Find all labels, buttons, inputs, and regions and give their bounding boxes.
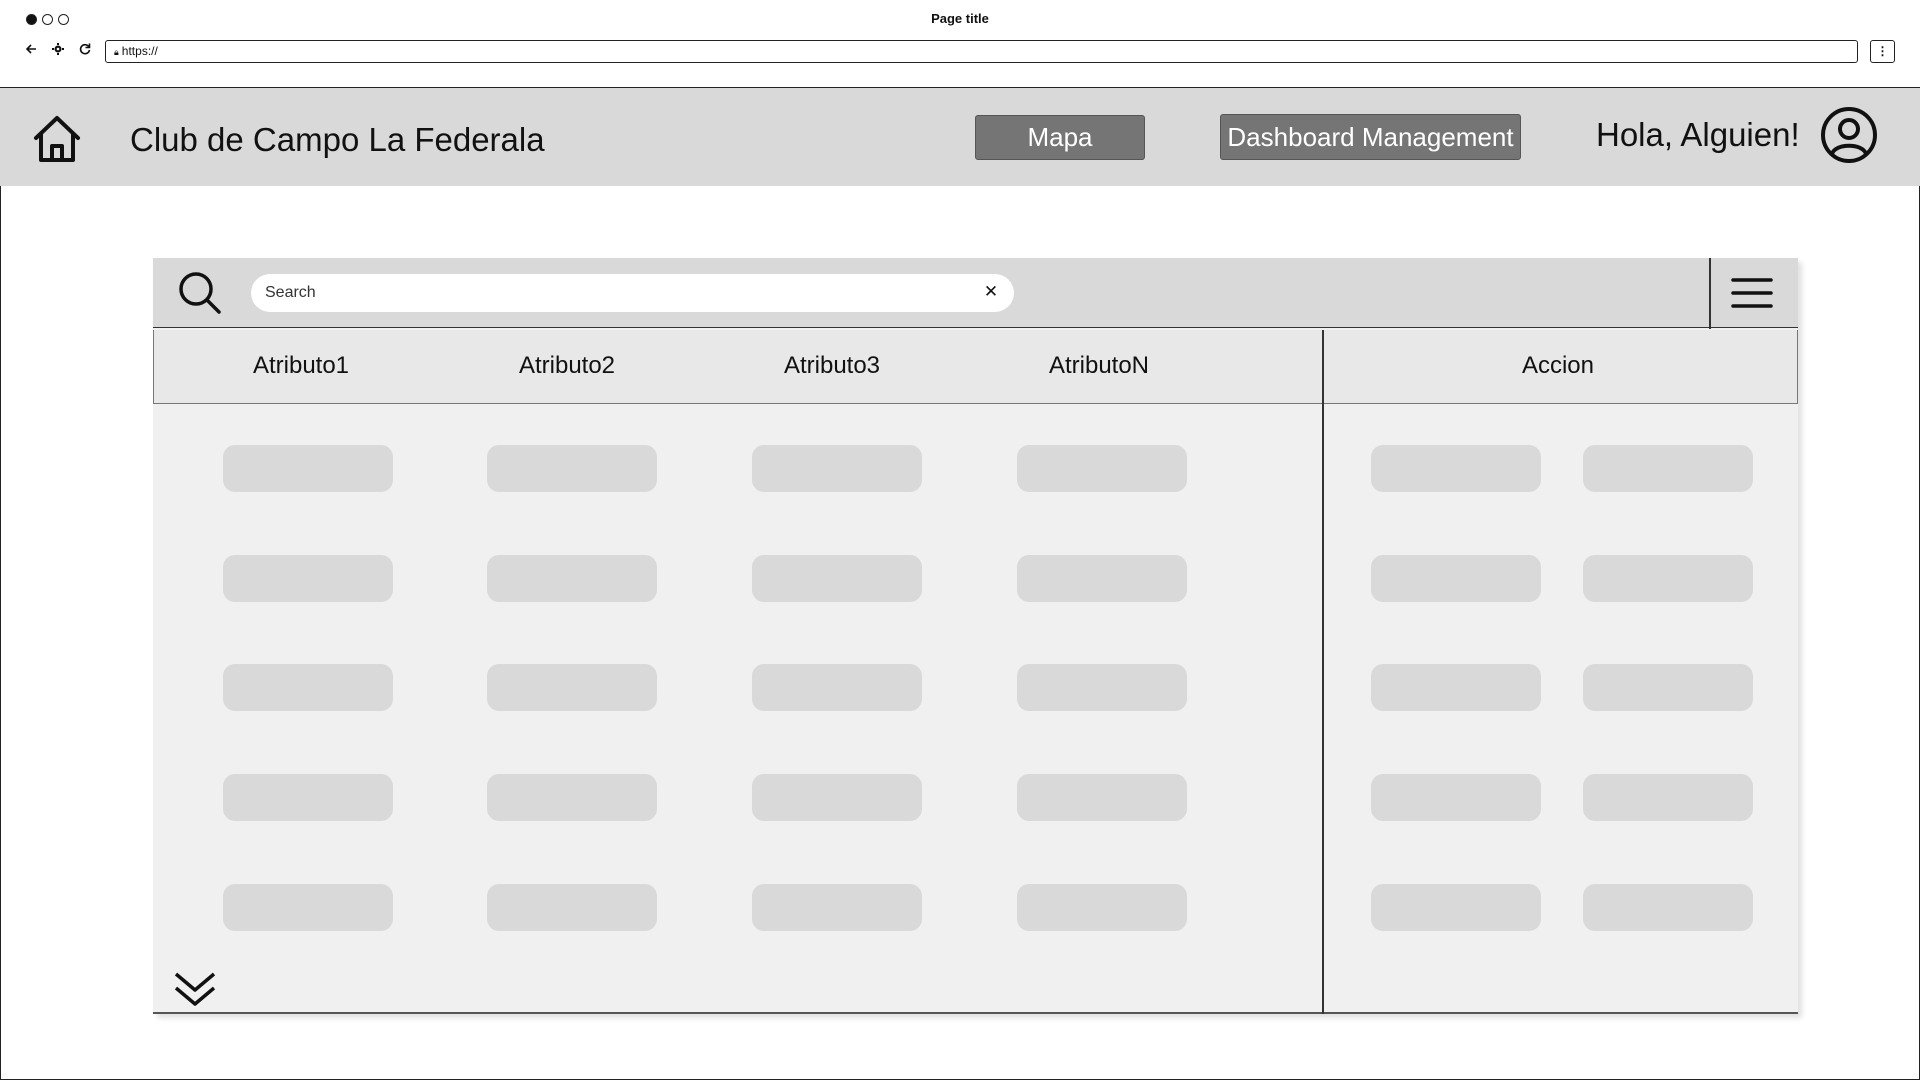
table-cell-placeholder: [752, 445, 922, 492]
column-header-atributo1[interactable]: Atributo1: [201, 352, 401, 380]
lock-icon: 🔒︎: [114, 47, 119, 57]
hamburger-menu-icon[interactable]: [1729, 274, 1775, 312]
search-box: ✕: [251, 274, 1014, 312]
row-action-button[interactable]: [1583, 664, 1753, 711]
gear-icon[interactable]: [49, 42, 67, 60]
row-action-button[interactable]: [1371, 445, 1541, 492]
reload-icon[interactable]: [76, 42, 94, 60]
table-cell-placeholder: [487, 555, 657, 602]
search-icon[interactable]: [177, 270, 223, 316]
row-action-button[interactable]: [1371, 774, 1541, 821]
user-avatar-icon[interactable]: [1820, 106, 1878, 164]
table-cell-placeholder: [487, 445, 657, 492]
action-column-divider: [1322, 330, 1324, 1014]
search-input[interactable]: [265, 281, 965, 305]
table-cell-placeholder: [752, 555, 922, 602]
home-icon[interactable]: [32, 114, 82, 164]
row-action-button[interactable]: [1583, 555, 1753, 602]
row-action-button[interactable]: [1583, 445, 1753, 492]
dashboard-management-button[interactable]: Dashboard Management: [1220, 114, 1521, 160]
column-header-atributo3[interactable]: Atributo3: [732, 352, 932, 380]
row-action-button[interactable]: [1371, 884, 1541, 931]
table-cell-placeholder: [1017, 664, 1187, 711]
table-cell-placeholder: [487, 774, 657, 821]
table-cell-placeholder: [487, 884, 657, 931]
browser-chrome: Page title 🔒︎ https:// ⋮: [0, 0, 1920, 88]
table-cell-placeholder: [1017, 774, 1187, 821]
mapa-button[interactable]: Mapa: [975, 115, 1145, 160]
url-bar[interactable]: 🔒︎ https://: [105, 40, 1858, 63]
table-toolbar: ✕: [153, 258, 1798, 329]
table-header-row: Atributo1 Atributo2 Atributo3 AtributoN …: [153, 330, 1798, 404]
app-header: Club de Campo La Federala Mapa Dashboard…: [0, 88, 1920, 186]
table-cell-placeholder: [223, 555, 393, 602]
url-text: https://: [121, 44, 158, 58]
table-cell-placeholder: [223, 884, 393, 931]
table-cell-placeholder: [223, 774, 393, 821]
table-cell-placeholder: [223, 445, 393, 492]
chevron-down-double-icon[interactable]: [173, 970, 217, 1010]
column-header-atributo2[interactable]: Atributo2: [467, 352, 667, 380]
toolbar-divider: [1709, 258, 1711, 329]
table-cell-placeholder: [1017, 555, 1187, 602]
data-table-panel: ✕ Atributo1 Atributo2 Atributo3 Atributo…: [153, 258, 1798, 1014]
table-cell-placeholder: [487, 664, 657, 711]
user-greeting: Hola, Alguien!: [1596, 116, 1800, 153]
row-action-button[interactable]: [1583, 774, 1753, 821]
table-cell-placeholder: [1017, 884, 1187, 931]
row-action-button[interactable]: [1371, 555, 1541, 602]
back-arrow-icon[interactable]: [22, 42, 40, 60]
app-title: Club de Campo La Federala: [130, 121, 545, 158]
page-title: Page title: [931, 11, 989, 26]
column-header-accion: Accion: [1521, 352, 1595, 379]
table-cell-placeholder: [1017, 445, 1187, 492]
table-cell-placeholder: [223, 664, 393, 711]
row-action-button[interactable]: [1371, 664, 1541, 711]
browser-menu-button[interactable]: ⋮: [1870, 40, 1895, 63]
clear-search-icon[interactable]: ✕: [982, 283, 1000, 301]
row-action-button[interactable]: [1583, 884, 1753, 931]
column-header-atributon[interactable]: AtributoN: [999, 352, 1199, 380]
table-cell-placeholder: [752, 664, 922, 711]
table-cell-placeholder: [752, 774, 922, 821]
table-cell-placeholder: [752, 884, 922, 931]
